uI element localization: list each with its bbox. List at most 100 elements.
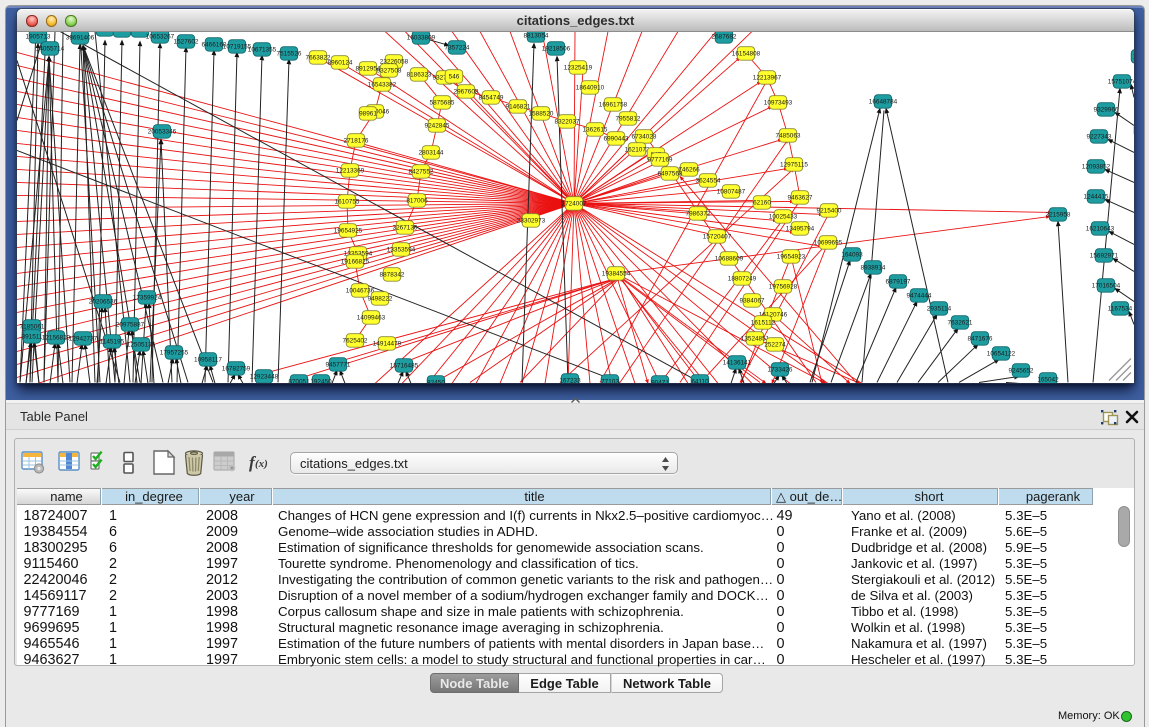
svg-text:546: 546 (449, 73, 460, 80)
svg-text:12975115: 12975115 (780, 161, 808, 168)
svg-text:9215400: 9215400 (817, 207, 842, 214)
svg-text:20206536: 20206536 (89, 298, 118, 305)
svg-text:1905713: 1905713 (26, 33, 51, 40)
svg-text:7485063: 7485063 (776, 132, 801, 139)
svg-text:17957255: 17957255 (160, 349, 189, 356)
svg-text:5875685: 5875685 (430, 99, 455, 106)
svg-text:12093852: 12093852 (1082, 163, 1111, 170)
svg-text:870051: 870051 (288, 378, 310, 383)
svg-text:10025433: 10025433 (769, 213, 798, 220)
svg-text:3267130: 3267130 (393, 224, 418, 231)
svg-text:19654925: 19654925 (334, 227, 363, 234)
svg-text:2718176: 2718176 (344, 137, 369, 144)
svg-text:9498222: 9498222 (368, 295, 393, 302)
svg-text:7955812: 7955812 (616, 115, 641, 122)
svg-text:1610755: 1610755 (335, 198, 360, 205)
svg-text:2967608: 2967608 (454, 88, 479, 95)
svg-text:1615112: 1615112 (751, 319, 776, 326)
svg-text:(x): (x) (255, 458, 268, 470)
svg-text:164093: 164093 (841, 251, 863, 258)
svg-text:1527602: 1527602 (174, 38, 199, 45)
svg-text:6990443: 6990443 (604, 135, 629, 142)
svg-text:8960124: 8960124 (328, 59, 353, 66)
svg-text:14099463: 14099463 (357, 314, 386, 321)
svg-text:16648784: 16648784 (869, 98, 898, 105)
svg-text:62160: 62160 (753, 199, 771, 206)
svg-text:23302973: 23302973 (517, 217, 546, 224)
svg-text:9329966: 9329966 (1094, 106, 1119, 113)
svg-text:10699695: 10699695 (814, 239, 843, 246)
svg-text:1621072: 1621072 (625, 146, 650, 153)
svg-text:2687682: 2687682 (712, 33, 737, 40)
svg-text:90471: 90471 (651, 379, 669, 383)
svg-text:9327508: 9327508 (377, 67, 402, 74)
svg-text:12156829: 12156829 (42, 334, 71, 341)
svg-text:17359924: 17359924 (133, 294, 162, 301)
svg-text:10671355: 10671355 (248, 46, 277, 53)
svg-text:9146821: 9146821 (506, 103, 531, 110)
svg-text:2803144: 2803144 (419, 149, 444, 156)
svg-text:9457771: 9457771 (326, 361, 351, 368)
svg-text:252274: 252274 (764, 341, 786, 348)
svg-text:10973493: 10973493 (764, 99, 793, 106)
svg-text:3624554: 3624554 (696, 177, 721, 184)
svg-text:8454749: 8454749 (479, 94, 504, 101)
svg-text:16154808: 16154808 (732, 50, 761, 57)
svg-text:1362615: 1362615 (583, 126, 608, 133)
svg-text:8186323: 8186323 (407, 71, 432, 78)
svg-text:6734028: 6734028 (632, 133, 657, 140)
svg-text:7357224: 7357224 (445, 44, 470, 51)
svg-text:14055714: 14055714 (36, 45, 65, 52)
svg-text:1724007: 1724007 (562, 200, 587, 207)
svg-text:14136141: 14136141 (723, 359, 752, 366)
svg-text:9245652: 9245652 (1009, 367, 1034, 374)
svg-text:8471676: 8471676 (968, 335, 993, 342)
svg-text:9384067: 9384067 (740, 297, 765, 304)
svg-text:12213369: 12213369 (336, 167, 365, 174)
svg-text:13495794: 13495794 (786, 225, 815, 232)
svg-text:165042: 165042 (1037, 376, 1059, 383)
svg-text:6879197: 6879197 (886, 278, 911, 285)
svg-text:10958117: 10958117 (194, 356, 222, 363)
svg-text:10046736: 10046736 (346, 287, 375, 294)
svg-text:20053346: 20053346 (148, 128, 177, 135)
svg-text:2935114: 2935114 (927, 305, 952, 312)
svg-text:77103: 77103 (601, 378, 619, 383)
svg-text:19166825: 19166825 (341, 258, 370, 265)
svg-text:15716485: 15716485 (390, 362, 419, 369)
svg-text:9474444: 9474444 (907, 292, 932, 299)
svg-text:192450: 192450 (310, 378, 332, 383)
svg-text:10653267: 10653267 (146, 33, 175, 40)
svg-text:9227343: 9227343 (1087, 133, 1112, 140)
svg-text:12923448: 12923448 (250, 373, 279, 380)
svg-text:167233: 167233 (559, 377, 581, 383)
svg-text:15720407: 15720407 (703, 233, 732, 240)
svg-text:1588520: 1588520 (529, 110, 554, 117)
svg-text:19384554: 19384554 (602, 270, 631, 277)
svg-text:8813054: 8813054 (524, 32, 549, 39)
svg-text:98961: 98961 (359, 110, 377, 117)
svg-text:18807249: 18807249 (728, 275, 757, 282)
svg-text:19218506: 19218506 (542, 45, 571, 52)
svg-text:8322037: 8322037 (555, 118, 580, 125)
svg-text:14914479: 14914479 (373, 340, 402, 347)
svg-text:15692971: 15692971 (1090, 252, 1119, 259)
svg-text:17016504: 17016504 (1092, 282, 1121, 289)
svg-text:16033809: 16033809 (407, 34, 436, 41)
svg-text:9242845: 9242845 (425, 122, 450, 129)
svg-text:13353594: 13353594 (387, 246, 416, 253)
svg-text:19654923: 19654923 (777, 253, 806, 260)
svg-text:33691406: 33691406 (66, 34, 95, 41)
svg-text:1145195: 1145195 (100, 338, 125, 345)
svg-text:1244415: 1244415 (1084, 193, 1109, 200)
svg-text:9463627: 9463627 (788, 194, 813, 201)
svg-text:7986372: 7986372 (686, 210, 711, 217)
svg-text:817006: 817006 (406, 197, 428, 204)
svg-text:16543382: 16543382 (368, 81, 397, 88)
svg-text:10688609: 10688609 (715, 255, 744, 262)
svg-text:82450: 82450 (427, 379, 445, 383)
svg-text:7625402: 7625402 (343, 337, 368, 344)
svg-text:16961758: 16961758 (599, 101, 628, 108)
svg-text:10807487: 10807487 (717, 188, 746, 195)
svg-text:64110: 64110 (691, 378, 709, 383)
